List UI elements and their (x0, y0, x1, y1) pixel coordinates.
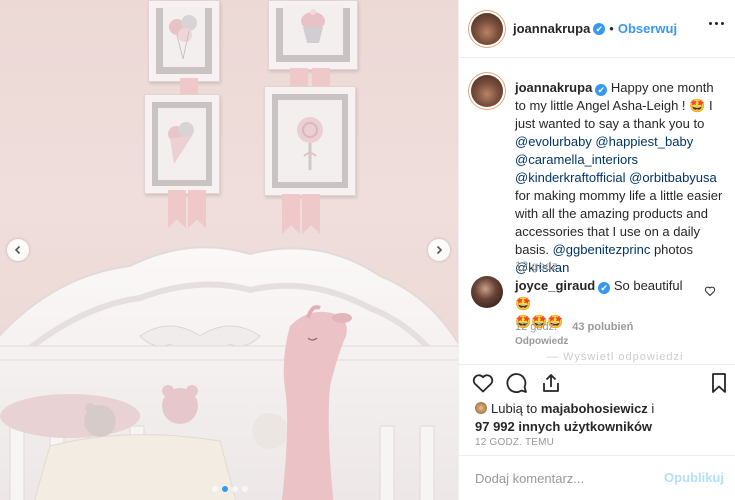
likes-prefix: Lubią to (491, 401, 541, 416)
carousel-dot (232, 486, 238, 492)
wall-frame-balloons (148, 0, 220, 82)
post-timestamp[interactable]: 12 GODZ. TEMU (475, 437, 554, 448)
commenter-avatar[interactable] (471, 276, 503, 308)
post-caption: joannakrupa ✔ Happy one month to my littl… (515, 79, 725, 277)
header-separator: • (609, 21, 614, 36)
verified-badge-icon: ✔ (593, 22, 606, 35)
view-replies-link[interactable]: — Wyświetl odpowiedzi (547, 351, 683, 363)
comment-icon[interactable] (505, 371, 529, 395)
crib-illustration (0, 246, 458, 500)
mention-link[interactable]: @caramella_interiors (515, 152, 638, 167)
likes-count-link[interactable]: 97 992 innych użytkowników (475, 419, 652, 434)
add-comment-bar: Opublikuj (459, 455, 735, 500)
caption-username[interactable]: joannakrupa (515, 80, 592, 95)
follow-button[interactable]: Obserwuj (618, 21, 677, 36)
likes-mid: i (647, 401, 655, 416)
carousel-dot (242, 486, 248, 492)
comment-meta: 12 godz. 43 polubień (515, 321, 633, 333)
mention-link[interactable]: @ggbenitezprinc (553, 242, 651, 257)
frame-ribbon (188, 190, 206, 228)
likes-summary: Lubią to majabohosiewicz i 97 992 innych… (475, 400, 654, 436)
mention-link[interactable]: @happiest_baby (595, 134, 693, 149)
publish-button[interactable]: Opublikuj (664, 470, 724, 485)
post-actions (459, 364, 735, 400)
author-username[interactable]: joannakrupa (513, 21, 590, 36)
commenter-username[interactable]: joyce_giraud (515, 278, 595, 293)
next-slide-button[interactable] (428, 239, 450, 261)
chevron-left-icon (14, 245, 21, 255)
share-icon[interactable] (539, 371, 563, 395)
mention-link[interactable]: @orbitbabyusa (629, 170, 717, 185)
heart-icon[interactable] (471, 371, 495, 395)
comment-timestamp[interactable]: 12 godz. (515, 321, 557, 333)
bookmark-icon[interactable] (707, 371, 731, 395)
prev-slide-button[interactable] (7, 239, 29, 261)
liker-avatar[interactable] (475, 402, 487, 414)
frame-ribbon (168, 190, 186, 228)
reply-button[interactable]: Odpowiedz (515, 336, 568, 347)
mention-link[interactable]: @kinderkraftofficial (515, 170, 626, 185)
caption-emoji: 🤩 (689, 98, 706, 113)
caption-text: photos (650, 242, 693, 257)
comment-like-heart-icon[interactable] (704, 285, 716, 297)
author-avatar[interactable] (471, 12, 503, 45)
frame-ribbon (302, 194, 320, 234)
comment-likes-count[interactable]: 43 polubień (572, 321, 633, 333)
post-modal: joannakrupa ✔ • Obserwuj joannakrupa ✔ Ha… (0, 0, 735, 500)
post-photo[interactable] (0, 0, 458, 500)
post-header: joannakrupa ✔ • Obserwuj (459, 0, 735, 58)
verified-badge-icon: ✔ (598, 282, 611, 294)
frame-ribbon (282, 194, 300, 234)
wall-frame-icecream (144, 94, 220, 194)
wall-frame-lollipop (264, 86, 356, 196)
carousel-indicator (212, 486, 248, 492)
mention-link[interactable]: @evolurbaby (515, 134, 592, 149)
chevron-right-icon (436, 245, 443, 255)
carousel-dot (212, 486, 218, 492)
post-side-panel: joannakrupa ✔ • Obserwuj joannakrupa ✔ Ha… (458, 0, 735, 500)
wall-frame-cupcake (268, 0, 358, 70)
more-options-icon[interactable] (709, 22, 724, 25)
liker-username[interactable]: majabohosiewicz (541, 401, 648, 416)
comment-input[interactable] (475, 468, 665, 488)
verified-badge-icon: ✔ (595, 84, 608, 96)
caption-author-avatar[interactable] (471, 75, 503, 107)
caption-timestamp[interactable]: 12 godz. (515, 259, 561, 273)
comments-list[interactable]: joannakrupa ✔ Happy one month to my littl… (459, 59, 735, 364)
carousel-dot-active (222, 486, 228, 492)
